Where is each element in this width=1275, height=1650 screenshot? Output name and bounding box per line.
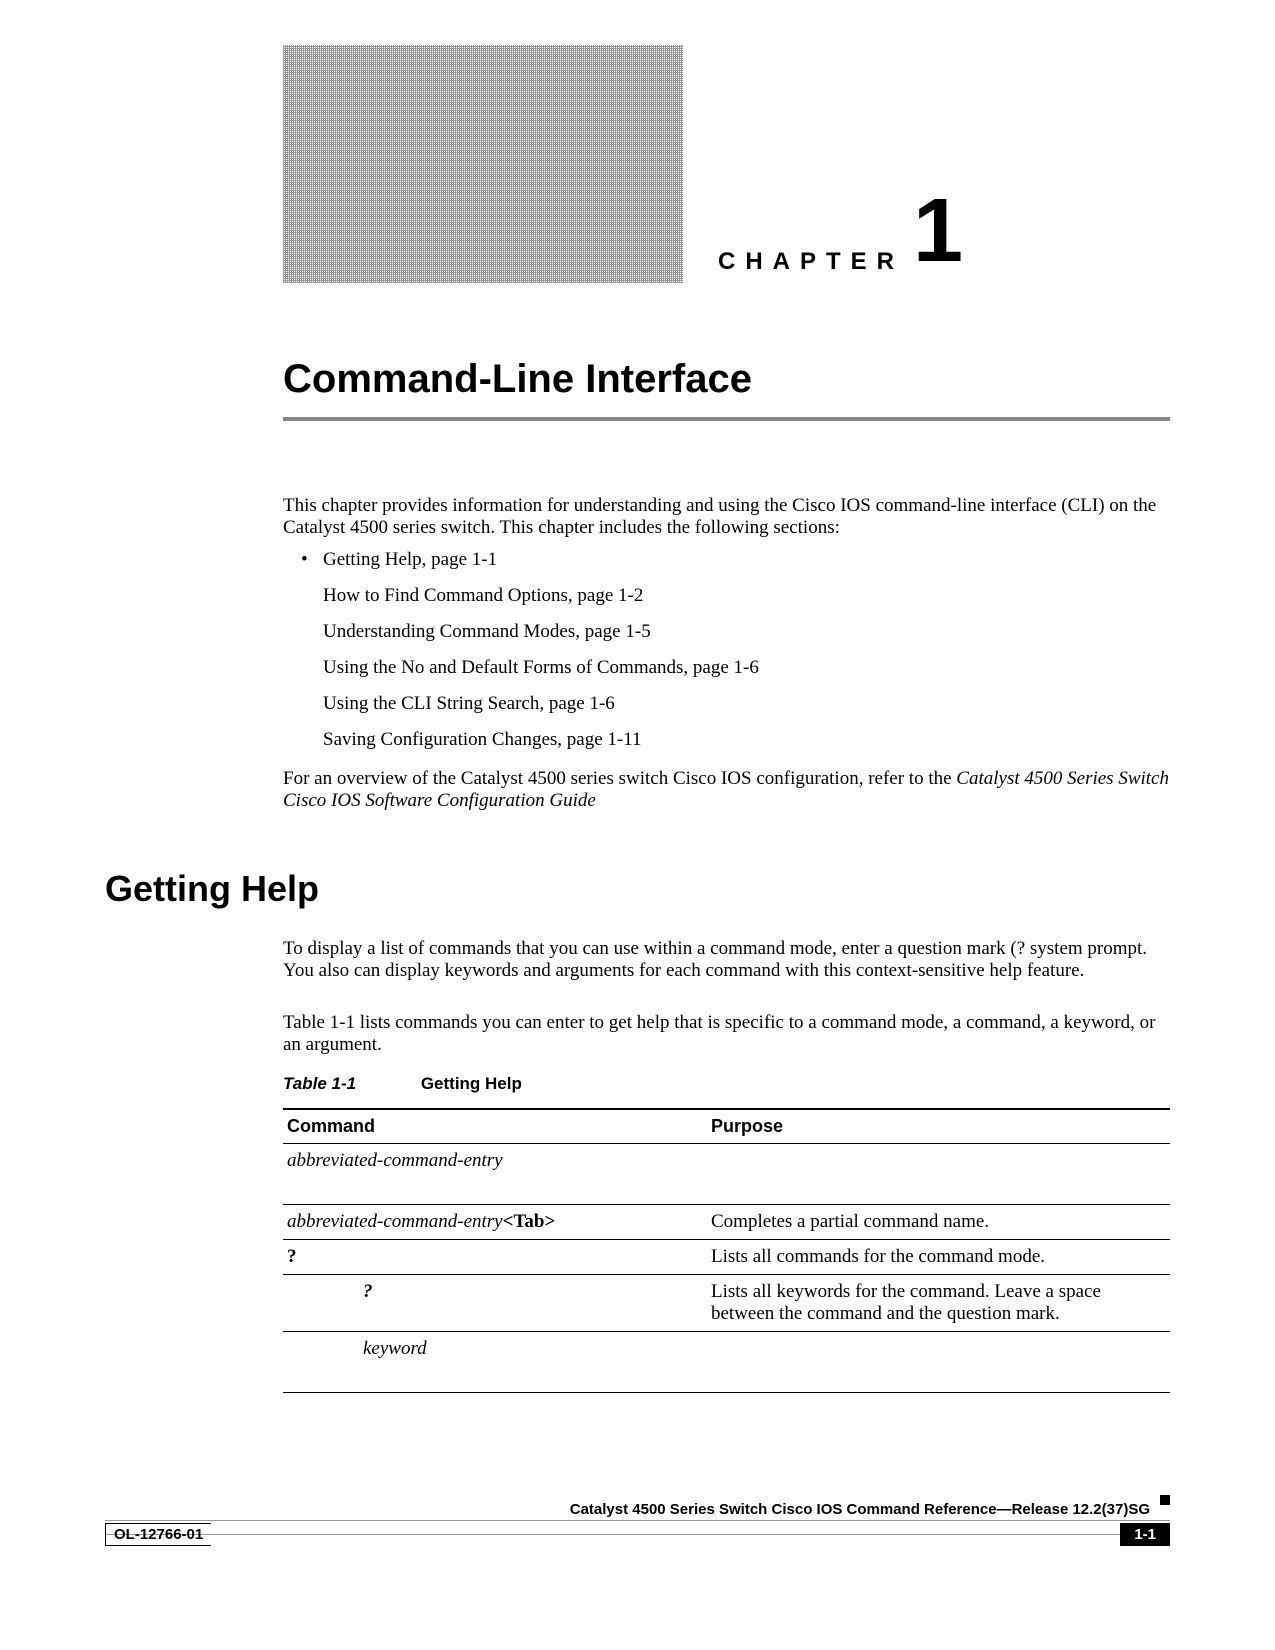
chapter-header-graphic bbox=[283, 45, 683, 283]
command-cell: ? bbox=[283, 1275, 707, 1332]
table-row: abbreviated-command-entry<Tab>Completes … bbox=[283, 1205, 1170, 1240]
intro-paragraph: This chapter provides information for un… bbox=[283, 495, 1170, 539]
toc-item: Understanding Command Modes, page 1-5 bbox=[283, 621, 1170, 643]
toc-item: Getting Help, page 1-1 bbox=[283, 549, 1170, 571]
table-header-purpose: Purpose bbox=[707, 1109, 1170, 1144]
toc-item: Saving Configuration Changes, page 1-11 bbox=[283, 729, 1170, 751]
command-cell: keyword bbox=[283, 1332, 707, 1393]
command-cell: abbreviated-command-entry<Tab> bbox=[283, 1205, 707, 1240]
table-row: abbreviated-command-entry bbox=[283, 1144, 1170, 1205]
toc-item: Using the CLI String Search, page 1-6 bbox=[283, 693, 1170, 715]
command-cell: abbreviated-command-entry bbox=[283, 1144, 707, 1205]
toc-item: How to Find Command Options, page 1-2 bbox=[283, 585, 1170, 607]
purpose-cell bbox=[707, 1144, 1170, 1205]
purpose-cell: Completes a partial command name. bbox=[707, 1205, 1170, 1240]
overview-text: For an overview of the Catalyst 4500 ser… bbox=[283, 768, 956, 789]
help-table: Command Purpose abbreviated-command-entr… bbox=[283, 1108, 1170, 1393]
table-title: Getting Help bbox=[421, 1074, 522, 1094]
purpose-cell bbox=[707, 1332, 1170, 1393]
footer-page-number: 1-1 bbox=[1120, 1523, 1170, 1546]
page-footer: Catalyst 4500 Series Switch Cisco IOS Co… bbox=[105, 1501, 1170, 1545]
table-row: keyword bbox=[283, 1332, 1170, 1393]
table-row: ?Lists all keywords for the command. Lea… bbox=[283, 1275, 1170, 1332]
toc-list: Getting Help, page 1-1 How to Find Comma… bbox=[283, 549, 1170, 765]
footer-marker bbox=[1160, 1495, 1170, 1505]
section-heading: Getting Help bbox=[105, 868, 319, 910]
purpose-cell: Lists all keywords for the command. Leav… bbox=[707, 1275, 1170, 1332]
table-caption: Table 1-1 Getting Help bbox=[283, 1074, 1170, 1094]
command-cell: ? bbox=[283, 1240, 707, 1275]
body-paragraph: Table 1-1 lists commands you can enter t… bbox=[283, 1012, 1170, 1056]
overview-paragraph: For an overview of the Catalyst 4500 ser… bbox=[283, 768, 1170, 812]
footer-reference: Catalyst 4500 Series Switch Cisco IOS Co… bbox=[105, 1501, 1150, 1518]
body-paragraph: To display a list of commands that you c… bbox=[283, 938, 1170, 982]
chapter-title: Command-Line Interface bbox=[283, 357, 752, 402]
table-number: Table 1-1 bbox=[283, 1074, 356, 1093]
toc-item: Using the No and Default Forms of Comman… bbox=[283, 657, 1170, 679]
footer-doc-id: OL-12766-01 bbox=[105, 1523, 211, 1546]
chapter-label: CHAPTER bbox=[718, 248, 904, 276]
purpose-cell: Lists all commands for the command mode. bbox=[707, 1240, 1170, 1275]
table-header-command: Command bbox=[283, 1109, 707, 1144]
chapter-number: 1 bbox=[913, 186, 963, 276]
title-rule bbox=[283, 417, 1170, 421]
table-row: ?Lists all commands for the command mode… bbox=[283, 1240, 1170, 1275]
